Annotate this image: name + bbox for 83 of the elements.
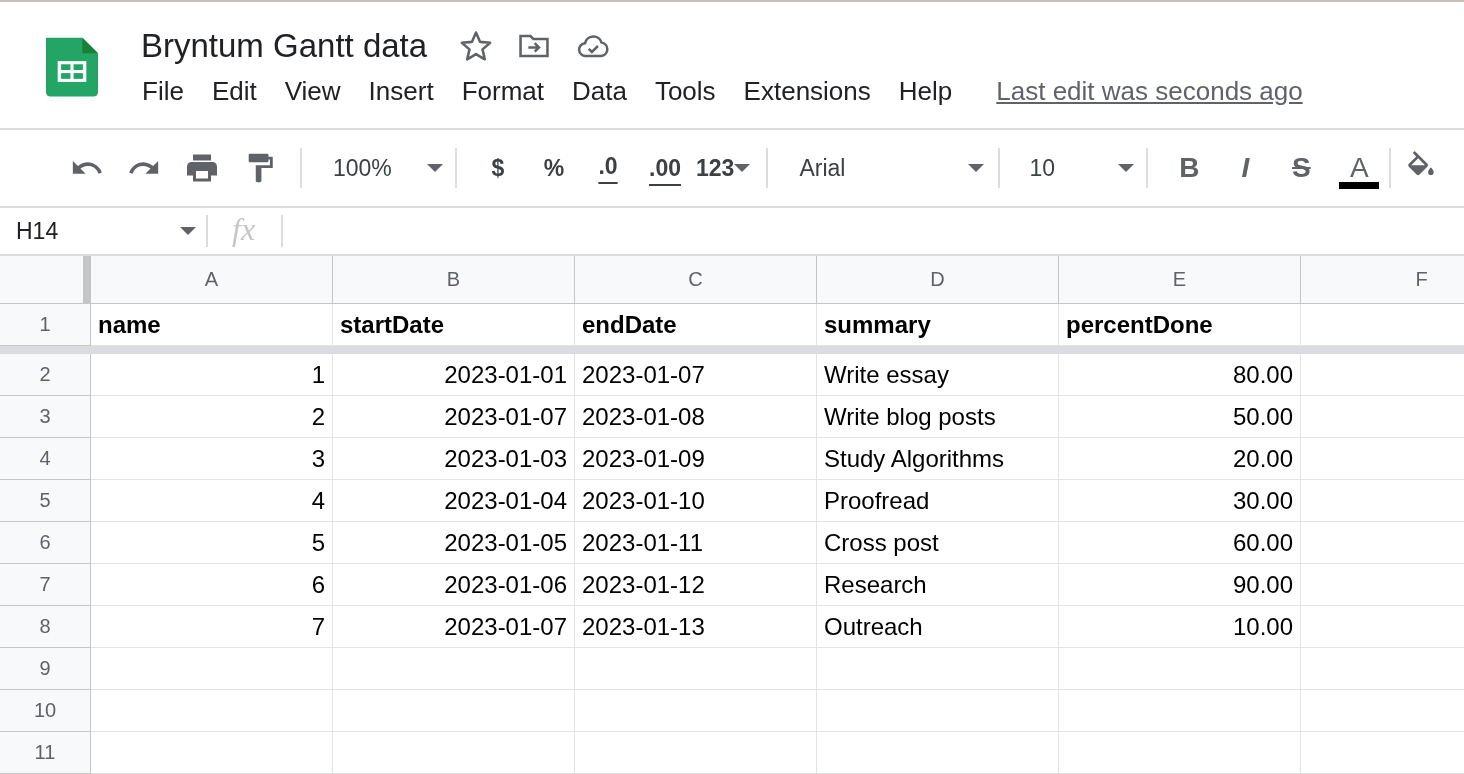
column-header[interactable]: C <box>575 256 817 304</box>
menu-item[interactable]: Help <box>898 75 953 107</box>
bold-button[interactable]: B <box>1161 152 1218 184</box>
table-cell: 10.00 <box>1059 606 1301 648</box>
table-cell: 7 <box>91 606 333 648</box>
decrease-decimals-button[interactable]: .0 <box>588 153 628 183</box>
table-cell: 2023-01-04 <box>333 480 575 522</box>
row-header[interactable]: 1 <box>0 304 91 346</box>
menu-item[interactable]: View <box>284 75 341 107</box>
table-cell: 2023-01-07 <box>333 396 575 438</box>
row-header[interactable]: 6 <box>0 522 91 564</box>
menu-item[interactable]: File <box>142 75 184 107</box>
table-cell: 20.00 <box>1059 438 1301 480</box>
row-header[interactable]: 2 <box>0 354 91 396</box>
table-cell: 2023-01-12 <box>575 564 817 606</box>
star-icon[interactable] <box>459 29 494 63</box>
menu-item[interactable]: Edit <box>211 75 257 107</box>
caret-icon <box>1118 164 1135 172</box>
table-cell: 2023-01-11 <box>575 522 817 564</box>
table-cell: 2023-01-13 <box>575 606 817 648</box>
currency-button[interactable]: $ <box>470 154 526 182</box>
font-size-dropdown[interactable]: 10 <box>1029 154 1135 182</box>
menu-item[interactable]: Insert <box>368 75 434 107</box>
font-dropdown[interactable]: Arial <box>799 154 985 182</box>
table-cell: Cross post <box>817 522 1059 564</box>
column-header[interactable]: D <box>817 256 1059 304</box>
row-header[interactable]: 11 <box>0 732 91 774</box>
table-cell: 2023-01-05 <box>333 522 575 564</box>
row-header[interactable]: 4 <box>0 438 91 480</box>
caret-icon <box>734 164 751 172</box>
table-cell: Write blog posts <box>817 396 1059 438</box>
document-title[interactable]: Bryntum Gantt data <box>141 27 428 65</box>
table-cell: 5 <box>91 522 333 564</box>
column-header[interactable]: A <box>91 256 333 304</box>
text-color-button[interactable]: A <box>1339 147 1380 189</box>
strikethrough-button[interactable]: S <box>1273 152 1330 184</box>
row-header[interactable]: 5 <box>0 480 91 522</box>
table-cell: 2023-01-10 <box>575 480 817 522</box>
table-cell: 30.00 <box>1059 480 1301 522</box>
table-cell: 2023-01-03 <box>333 438 575 480</box>
increase-decimals-button[interactable]: .00 <box>640 154 690 182</box>
caret-icon <box>968 164 985 172</box>
fx-label: fx <box>232 210 256 248</box>
table-cell: 2023-01-09 <box>575 438 817 480</box>
zoom-dropdown[interactable]: 100% <box>333 154 443 182</box>
table-cell: Study Algorithms <box>817 438 1059 480</box>
table-cell: 2 <box>91 396 333 438</box>
table-cell: 2023-01-08 <box>575 396 817 438</box>
table-cell: 3 <box>91 438 333 480</box>
table-cell: 60.00 <box>1059 522 1301 564</box>
menu-item[interactable]: Data <box>572 75 627 107</box>
table-cell: Proofread <box>817 480 1059 522</box>
table-cell: 50.00 <box>1059 396 1301 438</box>
menu-item[interactable]: Extensions <box>743 75 871 107</box>
table-cell: Outreach <box>817 606 1059 648</box>
italic-button[interactable]: I <box>1217 152 1274 184</box>
table-cell: Research <box>817 564 1059 606</box>
column-header[interactable]: B <box>333 256 575 304</box>
menu-item[interactable]: Format <box>461 75 544 107</box>
row-header[interactable]: 3 <box>0 396 91 438</box>
row-header[interactable]: 9 <box>0 648 91 690</box>
row-header[interactable]: 7 <box>0 564 91 606</box>
caret-icon <box>180 227 196 235</box>
column-header[interactable]: F <box>1301 256 1464 304</box>
table-cell: 2023-01-01 <box>333 354 575 396</box>
column-header[interactable]: E <box>1059 256 1301 304</box>
menu-item[interactable]: Tools <box>654 75 716 107</box>
name-box[interactable]: H14 <box>0 217 196 245</box>
table-cell: 2023-01-07 <box>333 606 575 648</box>
percent-button[interactable]: % <box>526 154 582 182</box>
row-header[interactable]: 8 <box>0 606 91 648</box>
table-cell: 4 <box>91 480 333 522</box>
caret-icon <box>427 164 443 172</box>
last-edit-link[interactable]: Last edit was seconds ago <box>996 75 1303 107</box>
more-formats-dropdown[interactable]: 123 <box>696 154 751 182</box>
table-cell: 2023-01-06 <box>333 564 575 606</box>
table-cell: 80.00 <box>1059 354 1301 396</box>
table-cell: 1 <box>91 354 333 396</box>
table-cell: 6 <box>91 564 333 606</box>
table-cell: 90.00 <box>1059 564 1301 606</box>
table-cell: Write essay <box>817 354 1059 396</box>
row-header[interactable]: 10 <box>0 690 91 732</box>
table-cell: 2023-01-07 <box>575 354 817 396</box>
